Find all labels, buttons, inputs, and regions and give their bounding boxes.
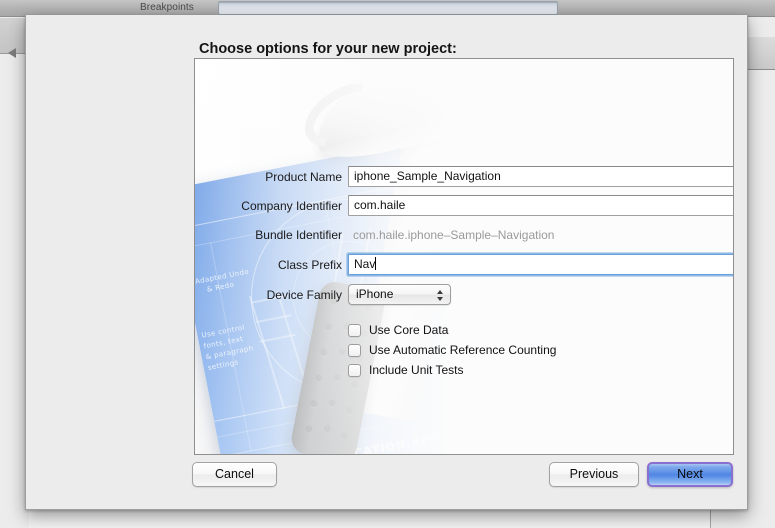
field-row-device-family: Device Family iPhone — [195, 284, 733, 306]
chevron-updown-icon — [436, 288, 443, 303]
device-family-popup-button[interactable]: iPhone — [348, 284, 451, 305]
product-name-input[interactable]: iphone_Sample_Navigation — [348, 166, 733, 187]
company-identifier-label: Company Identifier — [241, 199, 342, 213]
sheet-title: Choose options for your new project: — [199, 41, 457, 57]
include-unit-tests-label: Include Unit Tests — [369, 363, 464, 377]
options-panel: Color palette Adapted Undo & Redo Use co… — [194, 58, 734, 455]
use-automatic-reference-counting-label: Use Automatic Reference Counting — [369, 343, 557, 357]
product-name-label: Product Name — [265, 170, 342, 184]
back-arrow-icon[interactable] — [8, 48, 16, 58]
use-core-data-checkbox[interactable] — [348, 324, 361, 337]
class-prefix-label: Class Prefix — [277, 258, 342, 272]
field-row-bundle-identifier: Bundle Identifier com.haile.iphone–Sampl… — [195, 224, 733, 246]
class-prefix-input[interactable]: Nav — [347, 253, 733, 276]
company-identifier-input[interactable]: com.haile — [348, 195, 733, 216]
toolbar-breakpoints-label: Breakpoints — [140, 2, 194, 13]
previous-button[interactable]: Previous — [549, 462, 639, 487]
new-project-options-sheet: Choose options for your new project: Ada… — [25, 15, 748, 510]
toolbar-status-field[interactable] — [218, 1, 558, 15]
include-unit-tests-checkbox[interactable] — [348, 364, 361, 377]
text-caret — [375, 257, 377, 270]
next-button[interactable]: Next — [647, 462, 733, 487]
field-row-company-identifier: Company Identifier com.haile — [195, 195, 733, 217]
class-prefix-value: Nav — [354, 257, 376, 271]
bundle-identifier-value: com.haile.iphone–Sample–Navigation — [353, 228, 555, 242]
panel-background: Color palette Adapted Undo & Redo Use co… — [195, 59, 733, 454]
cancel-button[interactable]: Cancel — [192, 462, 277, 487]
navigator-gutter — [0, 18, 28, 58]
project-options-form: Product Name iphone_Sample_Navigation Co… — [195, 59, 733, 454]
device-family-label: Device Family — [266, 288, 342, 302]
use-automatic-reference-counting-checkbox[interactable] — [348, 344, 361, 357]
field-row-product-name: Product Name iphone_Sample_Navigation — [195, 166, 733, 188]
use-core-data-label: Use Core Data — [369, 323, 449, 337]
field-row-class-prefix: Class Prefix Nav — [195, 253, 733, 276]
device-family-value: iPhone — [356, 287, 394, 301]
bundle-identifier-label: Bundle Identifier — [255, 228, 342, 242]
